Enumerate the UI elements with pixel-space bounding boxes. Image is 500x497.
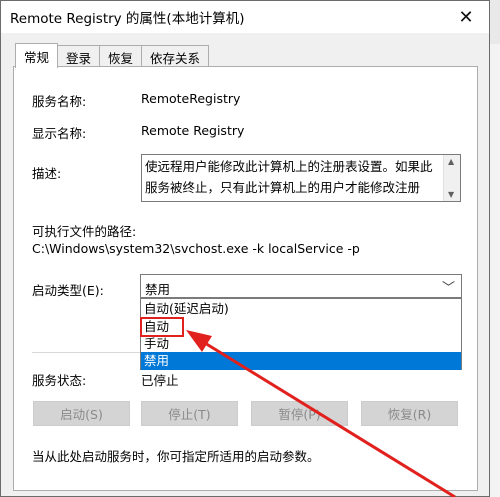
window-title: Remote Registry 的属性(本地计算机) xyxy=(10,11,245,27)
tab-dependencies[interactable]: 依存关系 xyxy=(141,45,210,68)
service-name-value: RemoteRegistry xyxy=(141,91,241,106)
startup-type-combobox[interactable]: 禁用 ﹀ xyxy=(140,274,462,298)
option-auto[interactable]: 自动 xyxy=(141,318,461,336)
option-manual[interactable]: 手动 xyxy=(141,335,461,353)
start-button[interactable]: 启动(S) xyxy=(33,401,130,426)
display-name-value: Remote Registry xyxy=(141,123,245,138)
startup-type-dropdown: 自动(延迟启动) 自动 手动 禁用 xyxy=(140,298,462,370)
description-scrollbar[interactable]: ▲ ▼ xyxy=(443,155,460,201)
tab-general[interactable]: 常规 xyxy=(15,43,59,68)
service-name-label: 服务名称: xyxy=(32,94,87,109)
startup-type-value: 禁用 xyxy=(145,282,171,297)
option-disabled[interactable]: 禁用 xyxy=(141,352,461,370)
stop-button[interactable]: 停止(T) xyxy=(141,401,238,426)
resume-button[interactable]: 恢复(R) xyxy=(361,401,458,426)
highlight-box xyxy=(140,317,184,337)
exe-path-label: 可执行文件的路径: xyxy=(32,224,137,239)
startup-type-label: 启动类型(E): xyxy=(32,283,104,298)
background-window-right-edge xyxy=(489,44,500,497)
description-textbox[interactable]: 使远程用户能修改此计算机上的注册表设置。如果此服务被终止，只有此计算机上的用户才… xyxy=(141,154,461,202)
display-name-label: 显示名称: xyxy=(32,126,87,141)
service-status-label: 服务状态: xyxy=(32,373,87,388)
title-bar: Remote Registry 的属性(本地计算机) ✕ xyxy=(1,1,489,33)
service-status-value: 已停止 xyxy=(141,373,179,388)
chevron-down-icon[interactable]: ﹀ xyxy=(442,277,455,296)
tab-strip: 常规 登录 恢复 依存关系 xyxy=(15,43,210,68)
pause-button[interactable]: 暂停(P) xyxy=(251,401,348,426)
description-text: 使远程用户能修改此计算机上的注册表设置。如果此服务被终止，只有此计算机上的用户才… xyxy=(145,159,433,195)
tab-logon[interactable]: 登录 xyxy=(57,45,101,68)
scroll-up-arrow-icon[interactable]: ▲ xyxy=(448,157,454,166)
exe-path-value: C:\Windows\system32\svchost.exe -k local… xyxy=(32,241,360,256)
description-label: 描述: xyxy=(32,166,62,181)
option-auto-delayed[interactable]: 自动(延迟启动) xyxy=(141,300,461,318)
tab-recovery[interactable]: 恢复 xyxy=(99,45,143,68)
close-icon[interactable]: ✕ xyxy=(443,1,489,33)
scroll-down-arrow-icon[interactable]: ▼ xyxy=(448,190,454,199)
startup-params-hint: 当从此处启动服务时，你可指定所适用的启动参数。 xyxy=(32,449,320,464)
